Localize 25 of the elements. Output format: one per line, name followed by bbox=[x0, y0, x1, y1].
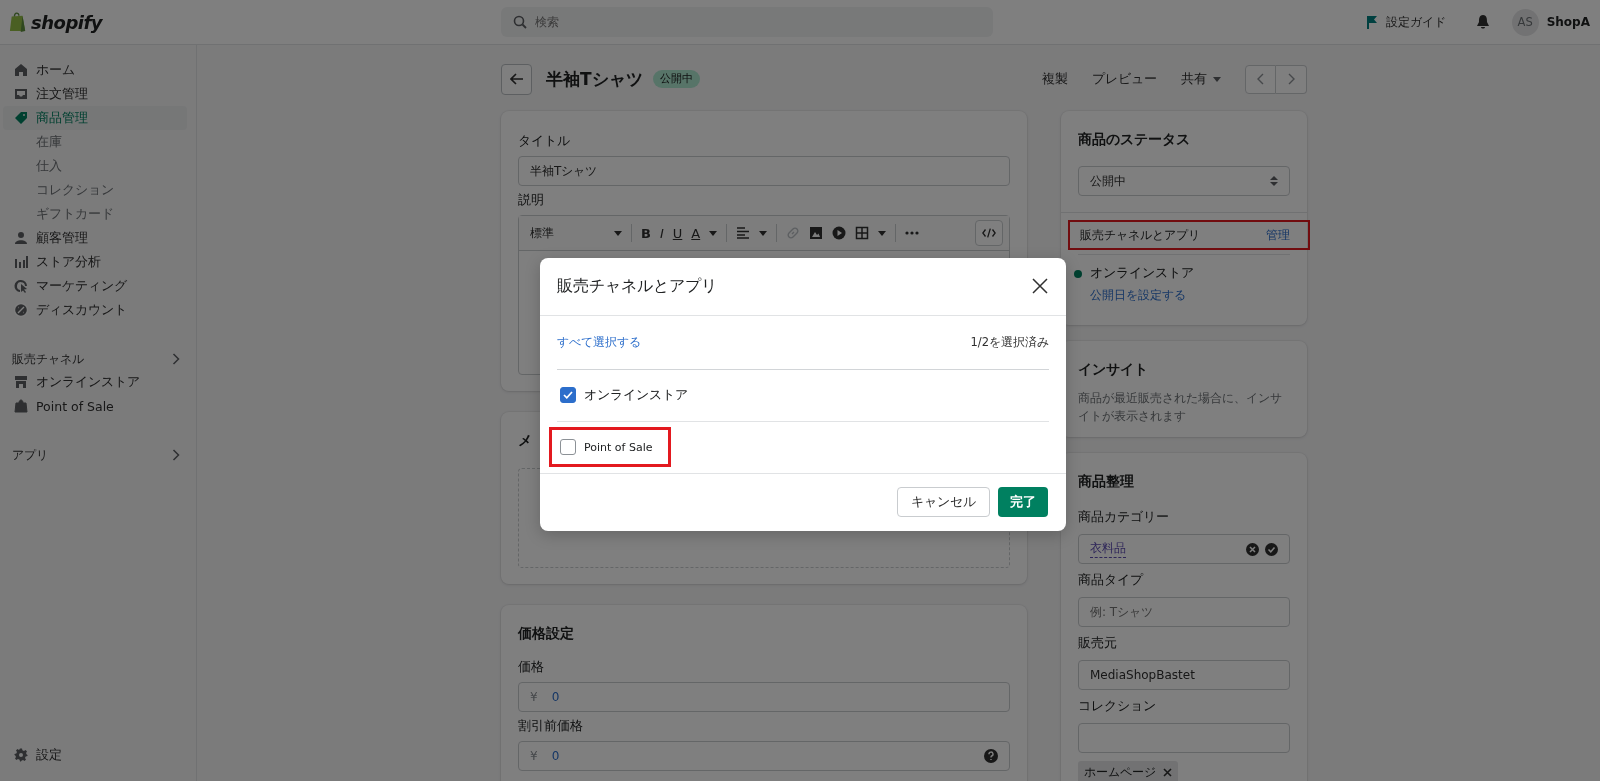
section-heading: 販売チャネル bbox=[12, 351, 84, 367]
insights-text: 商品が最近販売された場合に、インサイトが表示されます bbox=[1078, 390, 1283, 425]
page-title: 半袖Tシャツ bbox=[546, 67, 643, 91]
selection-count: 1/2を選択済み bbox=[970, 334, 1049, 350]
section-heading: アプリ bbox=[12, 447, 48, 463]
logo-text: shopify bbox=[31, 11, 102, 33]
field-label: 商品タイプ bbox=[1078, 572, 1145, 589]
store-name: ShopA bbox=[1546, 15, 1590, 29]
card-title: インサイト bbox=[1078, 361, 1148, 379]
card-title: メ bbox=[518, 432, 532, 450]
card-title: 価格設定 bbox=[518, 625, 574, 643]
status-badge: 公開中 bbox=[652, 70, 700, 88]
field-label: タイトル bbox=[518, 133, 571, 150]
field-label: 販売元 bbox=[1078, 635, 1118, 652]
field-label: 価格 bbox=[518, 659, 545, 676]
field-label: コレクション bbox=[1078, 698, 1157, 715]
dialog-title: 販売チャネルとアプリ bbox=[557, 275, 717, 297]
channels-header: 販売チャネルとアプリ 管理 bbox=[1068, 220, 1310, 250]
field-label: 説明 bbox=[518, 192, 545, 209]
card-title: 商品のステータス bbox=[1078, 131, 1190, 149]
field-label: 割引前価格 bbox=[518, 718, 584, 735]
collection-tag: ホームページ bbox=[1078, 761, 1178, 781]
channel-name: オンラインストア bbox=[1090, 265, 1194, 282]
field-label: 商品カテゴリー bbox=[1078, 509, 1170, 526]
card-title: 商品整理 bbox=[1078, 473, 1134, 491]
